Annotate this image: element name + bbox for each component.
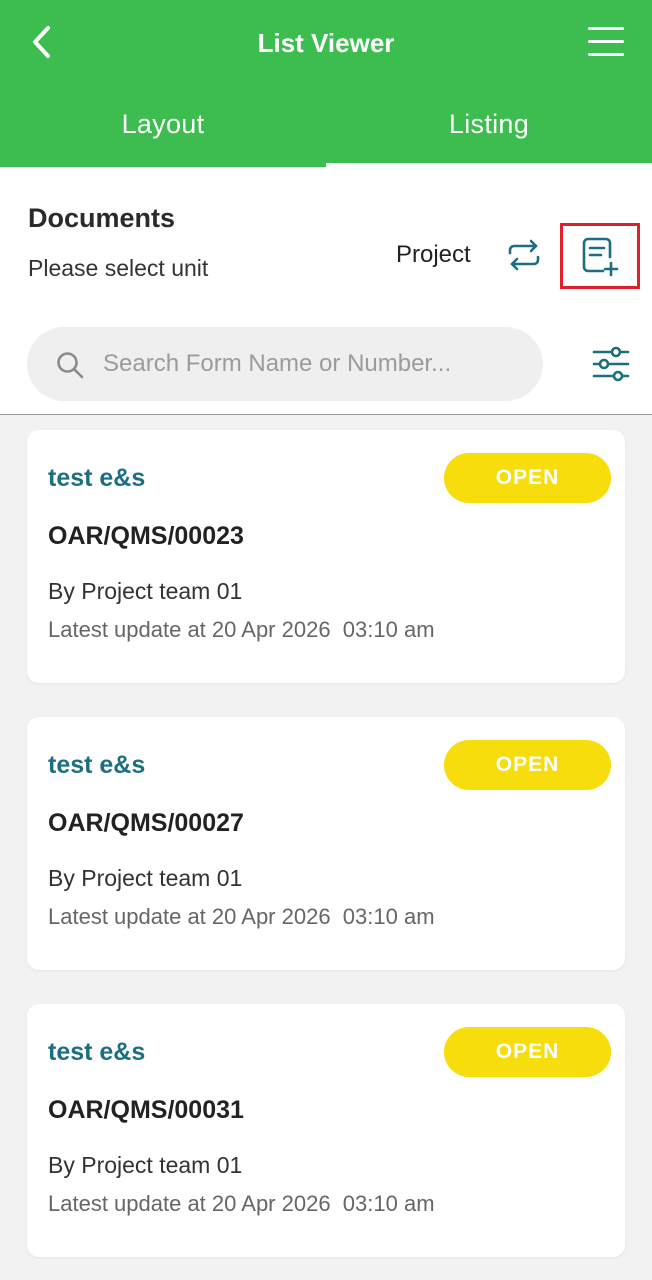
document-author: By Project team 01 [48, 865, 243, 891]
status-badge: OPEN [444, 740, 611, 790]
filter-button[interactable] [590, 343, 632, 385]
switch-project-button[interactable] [504, 235, 544, 275]
tab-bar: Layout Listing [0, 95, 652, 167]
document-updated: Latest update at 20 Apr 2026 03:10 am [48, 904, 435, 929]
document-name: test e&s [48, 1038, 146, 1066]
project-label: Project [396, 241, 471, 268]
document-card[interactable]: test e&s OPEN OAR/QMS/00027 By Project t… [27, 717, 625, 970]
page-title: List Viewer [257, 28, 395, 58]
document-number: OAR/QMS/00023 [48, 522, 244, 550]
document-number: OAR/QMS/00027 [48, 809, 244, 837]
filter-sliders-icon [592, 346, 630, 382]
tab-label: Listing [448, 109, 530, 139]
hamburger-menu-icon [588, 27, 624, 56]
document-card[interactable]: test e&s OPEN OAR/QMS/00031 By Project t… [27, 1004, 625, 1257]
add-document-button[interactable] [560, 223, 640, 289]
document-name: test e&s [48, 464, 146, 492]
swap-icon [508, 239, 540, 271]
document-updated: Latest update at 20 Apr 2026 03:10 am [48, 1191, 435, 1216]
unit-selector[interactable]: Please select unit [28, 255, 208, 282]
document-updated: Latest update at 20 Apr 2026 03:10 am [48, 617, 435, 642]
app-header: List Viewer Layout Listing [0, 0, 652, 167]
search-bar [27, 327, 543, 401]
search-input[interactable] [103, 345, 535, 383]
tab-label: Layout [121, 109, 205, 139]
document-card[interactable]: test e&s OPEN OAR/QMS/00023 By Project t… [27, 430, 625, 683]
documents-toolbar: Documents Please select unit Project [0, 167, 652, 415]
app-screen: List Viewer Layout Listing Documents Ple… [0, 0, 652, 1280]
tab-listing[interactable]: Listing [326, 95, 652, 167]
document-author: By Project team 01 [48, 578, 243, 604]
section-title: Documents [28, 203, 176, 233]
status-badge: OPEN [444, 1027, 611, 1077]
menu-button[interactable] [584, 22, 628, 62]
document-number: OAR/QMS/00031 [48, 1096, 244, 1124]
tab-layout[interactable]: Layout [0, 95, 326, 167]
search-icon [57, 352, 84, 379]
document-author: By Project team 01 [48, 1152, 243, 1178]
add-document-icon [582, 237, 619, 277]
status-badge: OPEN [444, 453, 611, 503]
document-name: test e&s [48, 751, 146, 779]
